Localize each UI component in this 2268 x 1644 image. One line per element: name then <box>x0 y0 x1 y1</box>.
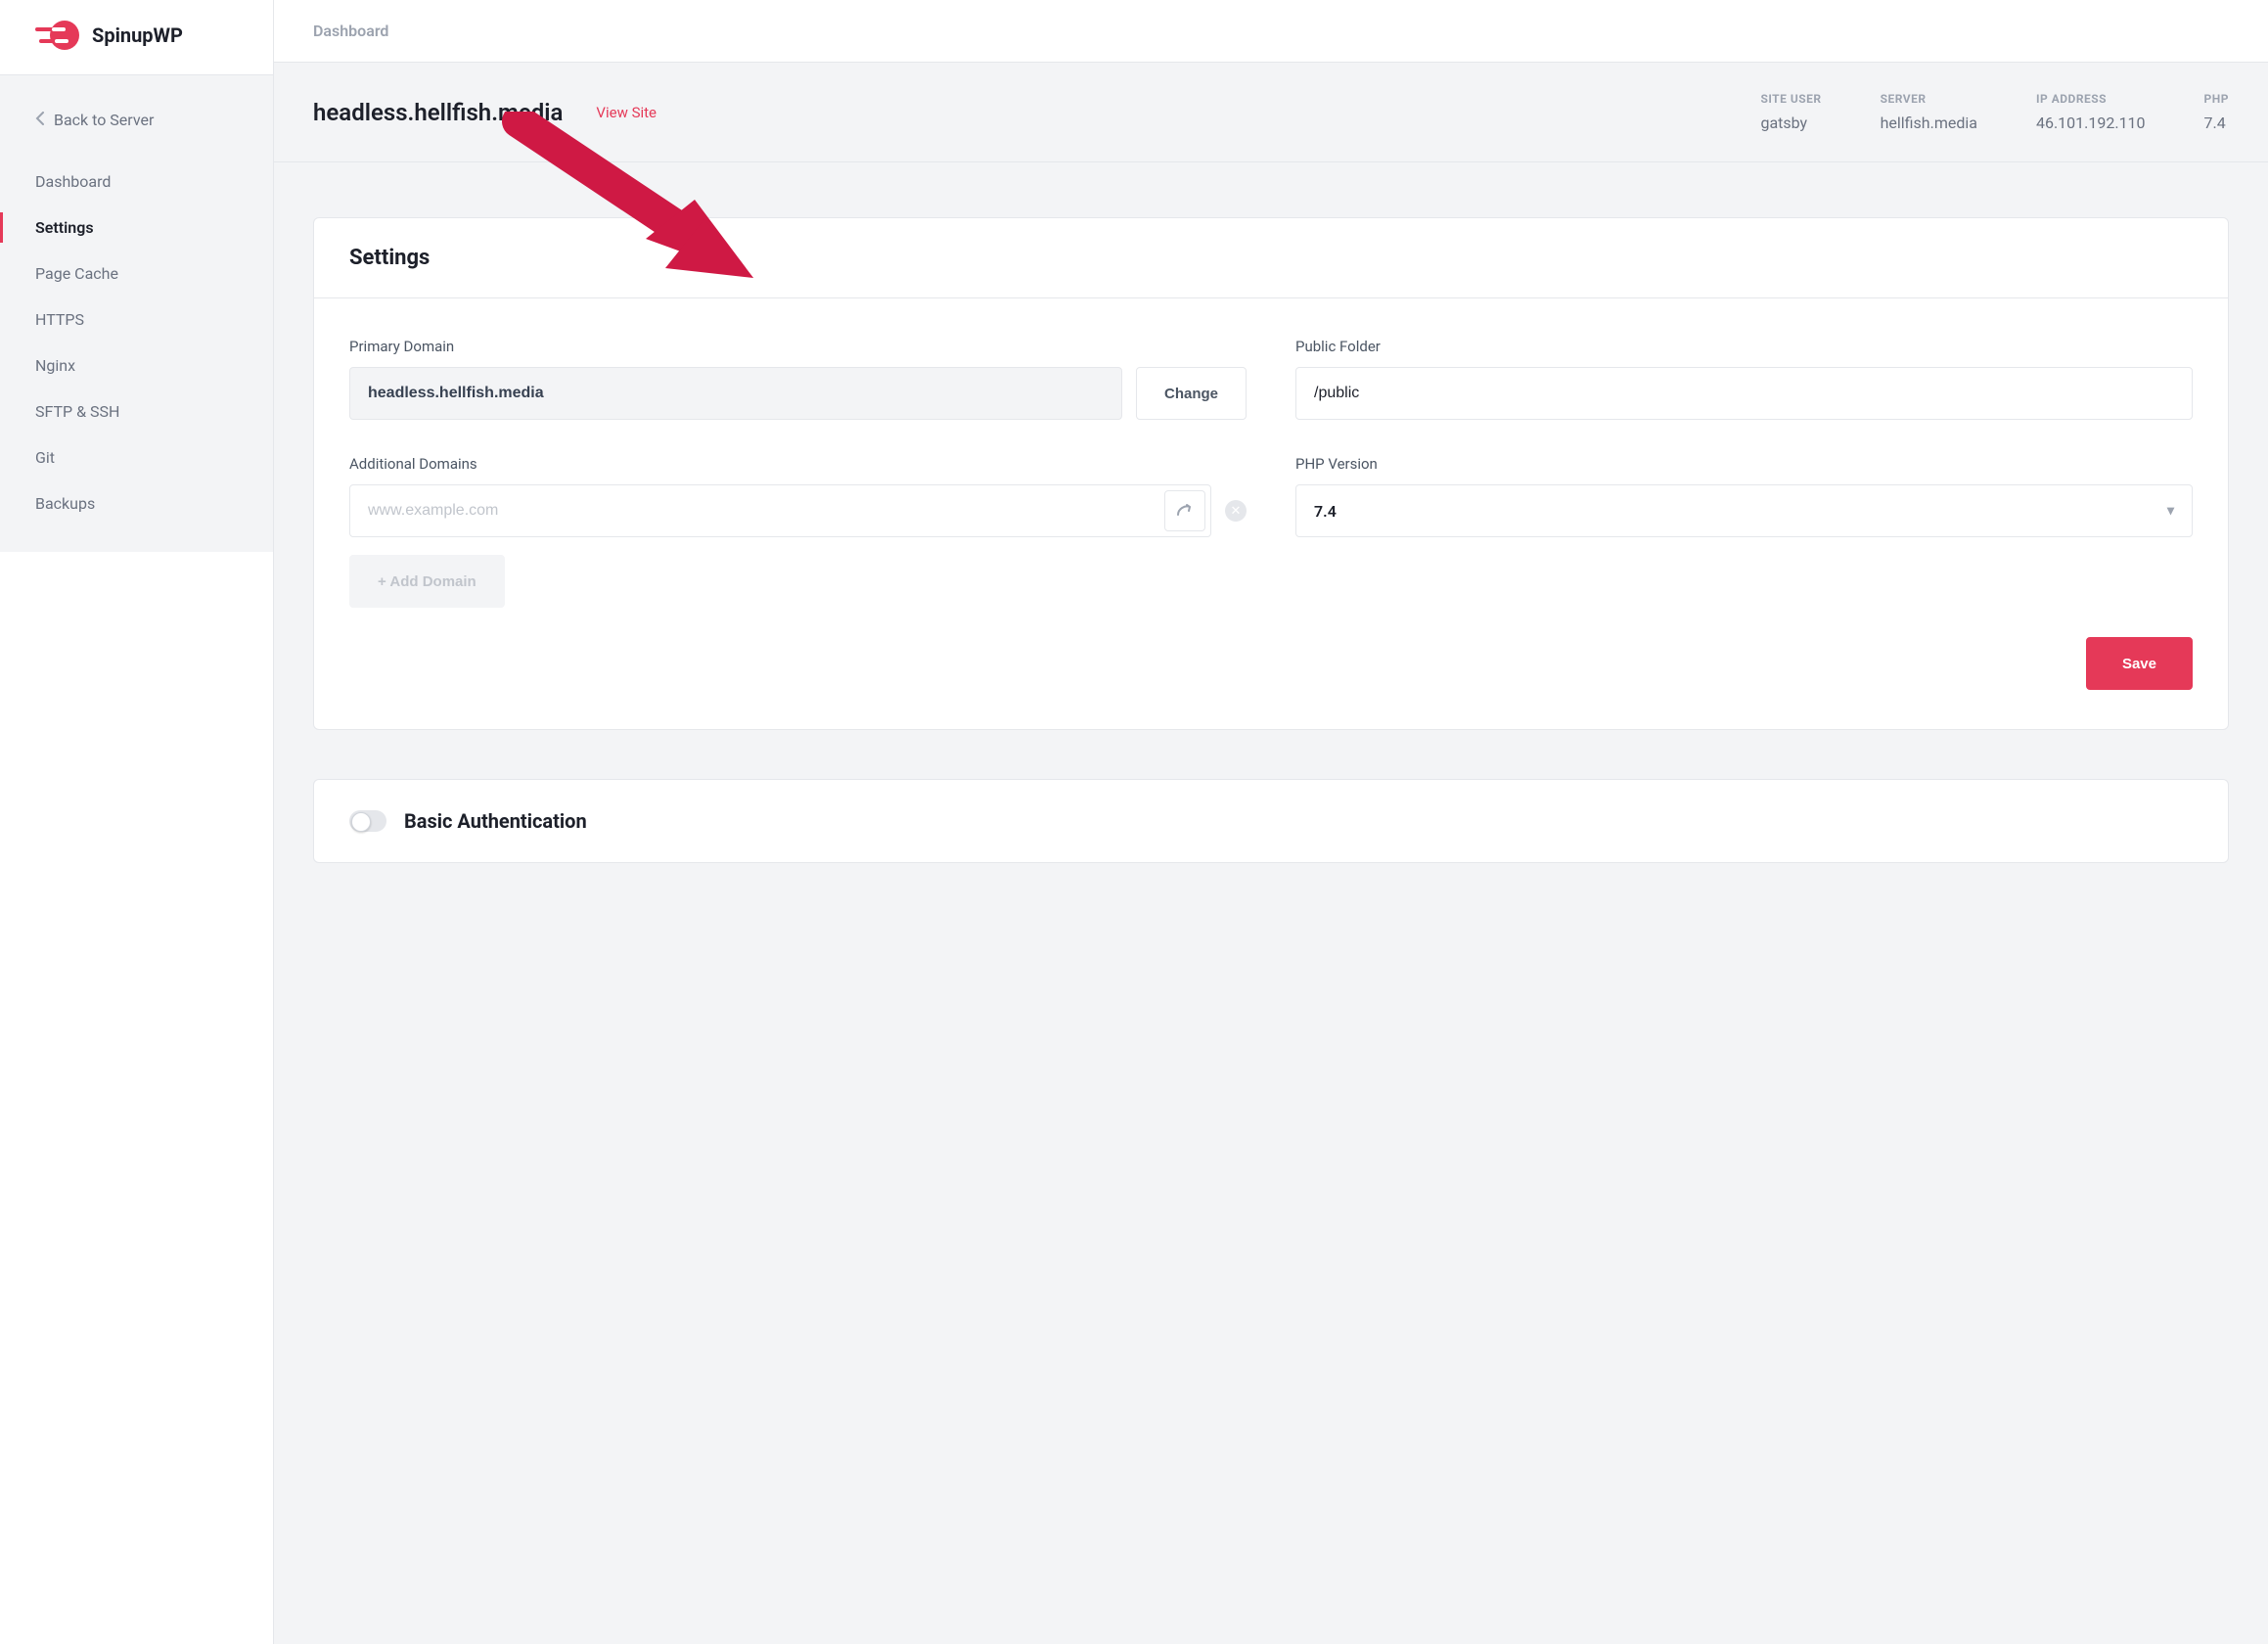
save-button[interactable]: Save <box>2086 637 2193 690</box>
additional-domain-input[interactable] <box>349 484 1211 537</box>
public-folder-input[interactable] <box>1295 367 2193 420</box>
site-header: headless.hellfish.media View Site SITE U… <box>274 63 2268 162</box>
site-title: headless.hellfish.media <box>313 99 563 126</box>
meta-server: SERVER hellfish.media <box>1881 92 1977 132</box>
meta-label: SERVER <box>1881 92 1977 106</box>
settings-card-title: Settings <box>349 246 2193 270</box>
primary-domain-input <box>349 367 1122 420</box>
view-site-link[interactable]: View Site <box>596 104 657 121</box>
remove-domain-button[interactable]: ✕ <box>1225 500 1247 522</box>
basic-auth-card: Basic Authentication <box>313 779 2229 863</box>
meta-php: PHP 7.4 <box>2204 92 2229 132</box>
additional-domains-label: Additional Domains <box>349 455 1247 473</box>
brand-name: SpinupWP <box>92 23 183 47</box>
change-domain-button[interactable]: Change <box>1136 367 1247 420</box>
settings-card: Settings Primary Domain Change <box>313 217 2229 730</box>
php-version-field: PHP Version 7.4 ▾ <box>1295 455 2193 608</box>
redirect-arrow-icon <box>1176 502 1194 521</box>
back-label: Back to Server <box>54 111 154 129</box>
main: Dashboard headless.hellfish.media View S… <box>274 0 2268 1644</box>
chevron-left-icon <box>35 111 44 129</box>
sidebar-item-nginx[interactable]: Nginx <box>0 342 273 388</box>
php-version-value: 7.4 <box>1314 502 1337 521</box>
redirect-icon-button[interactable] <box>1164 490 1205 531</box>
sidebar-item-git[interactable]: Git <box>0 434 273 480</box>
sidebar-item-page-cache[interactable]: Page Cache <box>0 251 273 297</box>
sidebar: SpinupWP Back to Server Dashboard Settin… <box>0 0 274 1644</box>
basic-auth-title: Basic Authentication <box>404 809 587 833</box>
sidebar-item-settings[interactable]: Settings <box>0 205 273 251</box>
meta-ip: IP ADDRESS 46.101.192.110 <box>2036 92 2146 132</box>
public-folder-label: Public Folder <box>1295 338 2193 355</box>
meta-value: 46.101.192.110 <box>2036 114 2146 132</box>
additional-domains-field: Additional Domains <box>349 455 1247 608</box>
back-to-server-link[interactable]: Back to Server <box>0 101 273 159</box>
public-folder-field: Public Folder <box>1295 338 2193 420</box>
meta-value: hellfish.media <box>1881 114 1977 132</box>
meta-value: gatsby <box>1760 114 1821 132</box>
topbar: Dashboard <box>274 0 2268 63</box>
sidebar-item-backups[interactable]: Backups <box>0 480 273 526</box>
php-version-label: PHP Version <box>1295 455 2193 473</box>
sidebar-item-https[interactable]: HTTPS <box>0 297 273 342</box>
meta-site-user: SITE USER gatsby <box>1760 92 1821 132</box>
meta-label: PHP <box>2204 92 2229 106</box>
close-icon: ✕ <box>1231 504 1242 519</box>
php-version-select[interactable]: 7.4 ▾ <box>1295 484 2193 537</box>
sidebar-item-dashboard[interactable]: Dashboard <box>0 159 273 205</box>
logo[interactable]: SpinupWP <box>0 0 273 74</box>
basic-auth-toggle[interactable] <box>349 810 386 832</box>
add-domain-button[interactable]: + Add Domain <box>349 555 505 608</box>
meta-value: 7.4 <box>2204 114 2229 132</box>
primary-domain-field: Primary Domain Change <box>349 338 1247 420</box>
spinupwp-logo-icon <box>35 20 82 51</box>
chevron-down-icon: ▾ <box>2167 503 2174 519</box>
breadcrumb[interactable]: Dashboard <box>313 22 388 40</box>
sidebar-item-sftp-ssh[interactable]: SFTP & SSH <box>0 388 273 434</box>
meta-label: IP ADDRESS <box>2036 92 2146 106</box>
meta-label: SITE USER <box>1760 92 1821 106</box>
primary-domain-label: Primary Domain <box>349 338 1247 355</box>
